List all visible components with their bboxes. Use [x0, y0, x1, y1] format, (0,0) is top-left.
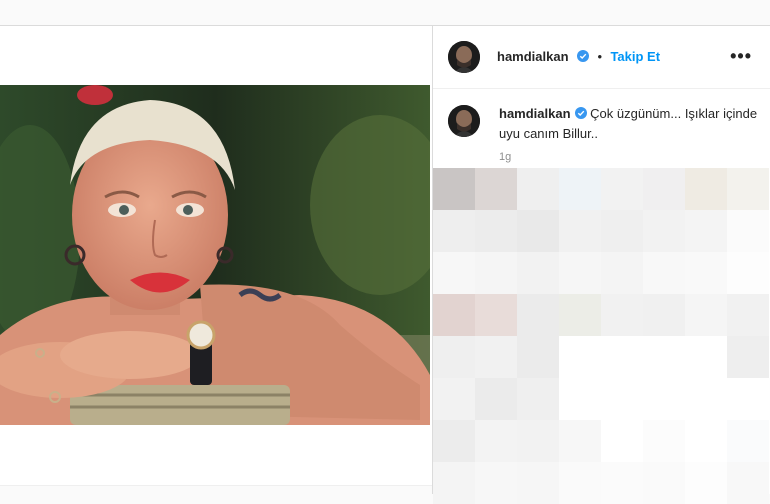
caption-username[interactable]: hamdialkan: [499, 106, 571, 121]
follow-button[interactable]: Takip Et: [610, 49, 660, 64]
username-link[interactable]: hamdialkan: [497, 49, 569, 64]
post-timestamp[interactable]: 1g: [499, 151, 511, 163]
verified-badge-icon: [574, 107, 587, 119]
post-photo[interactable]: [0, 85, 430, 425]
caption-avatar[interactable]: [448, 105, 480, 137]
post-caption: hamdialkan Çok üzgünüm... Işıklar içinde…: [499, 104, 759, 144]
avatar[interactable]: [448, 41, 480, 73]
pixelated-comments-area: [433, 168, 770, 504]
media-bottom-divider: [0, 485, 432, 486]
verified-badge-icon: [576, 50, 589, 62]
separator-dot: •: [597, 49, 602, 64]
more-options-icon[interactable]: •••: [730, 46, 752, 67]
post-sidebar: hamdialkan • Takip Et ••• hamdialkan Çok…: [433, 26, 770, 504]
post-header: hamdialkan • Takip Et •••: [433, 26, 770, 89]
post-header-meta: hamdialkan • Takip Et: [497, 48, 660, 66]
